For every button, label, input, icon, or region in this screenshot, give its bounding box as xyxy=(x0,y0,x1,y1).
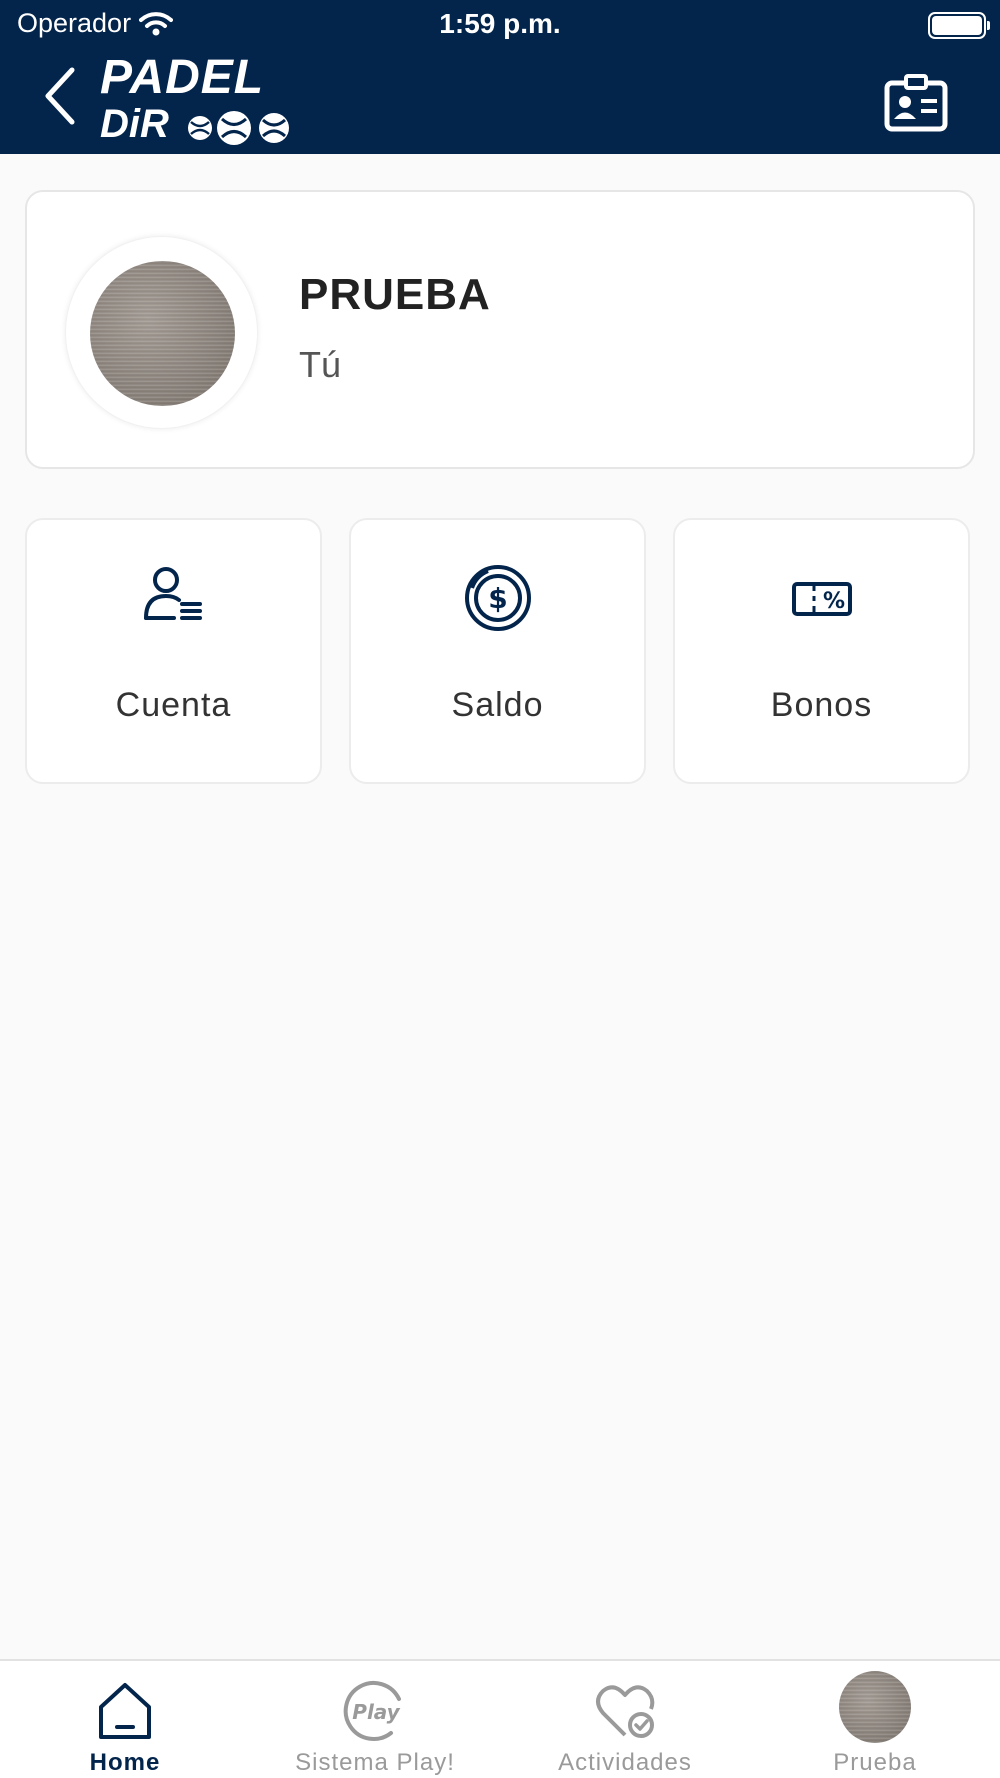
home-icon xyxy=(99,1683,151,1739)
tile-saldo[interactable]: $ Saldo xyxy=(349,518,646,784)
heart-check-icon xyxy=(596,1685,655,1738)
tab-actividades[interactable]: Actividades xyxy=(500,1661,750,1778)
tab-label: Home xyxy=(89,1749,161,1776)
avatar xyxy=(839,1671,911,1743)
tab-label: Actividades xyxy=(558,1749,692,1776)
tennis-balls-icon xyxy=(188,111,289,145)
tab-sistema-play[interactable]: Play Sistema Play! xyxy=(250,1661,500,1778)
chevron-left-icon[interactable] xyxy=(40,66,80,126)
logo-text-top: PADEL xyxy=(100,51,265,104)
status-time: 1:59 p.m. xyxy=(439,8,561,39)
tab-home[interactable]: Home xyxy=(0,1661,250,1778)
battery-icon xyxy=(928,12,990,39)
app-header: Operador 1:59 p.m. PADEL DiR xyxy=(0,0,1000,154)
id-card-icon[interactable] xyxy=(884,74,948,132)
tile-bonos[interactable]: % Bonos xyxy=(673,518,970,784)
tab-label: Sistema Play! xyxy=(295,1749,455,1776)
user-list-icon xyxy=(143,567,202,620)
tab-prueba[interactable]: Prueba xyxy=(750,1661,1000,1778)
percent-ticket-icon: % xyxy=(791,582,852,616)
padel-dir-logo: PADEL DiR xyxy=(98,54,308,148)
logo-text-bottom: DiR xyxy=(100,102,169,146)
svg-text:%: % xyxy=(822,589,844,614)
tile-cuenta[interactable]: Cuenta xyxy=(25,518,322,784)
avatar xyxy=(90,261,235,406)
tab-label: Prueba xyxy=(833,1749,917,1776)
svg-text:Play: Play xyxy=(352,1700,400,1724)
profile-card[interactable]: PRUEBA Tú xyxy=(25,190,975,469)
svg-text:$: $ xyxy=(488,582,507,615)
avatar-frame xyxy=(65,236,258,429)
tile-label: Bonos xyxy=(770,686,873,724)
profile-name: PRUEBA xyxy=(299,270,491,319)
play-icon: Play xyxy=(343,1681,401,1741)
tile-label: Saldo xyxy=(451,686,544,724)
tile-label: Cuenta xyxy=(115,686,232,724)
status-bar: Operador 1:59 p.m. xyxy=(0,0,1000,50)
dollar-coin-icon: $ xyxy=(464,565,531,631)
tab-bar: Home Play Sistema Play! Actividades Prue… xyxy=(0,1659,1000,1778)
profile-subtitle: Tú xyxy=(299,344,342,385)
